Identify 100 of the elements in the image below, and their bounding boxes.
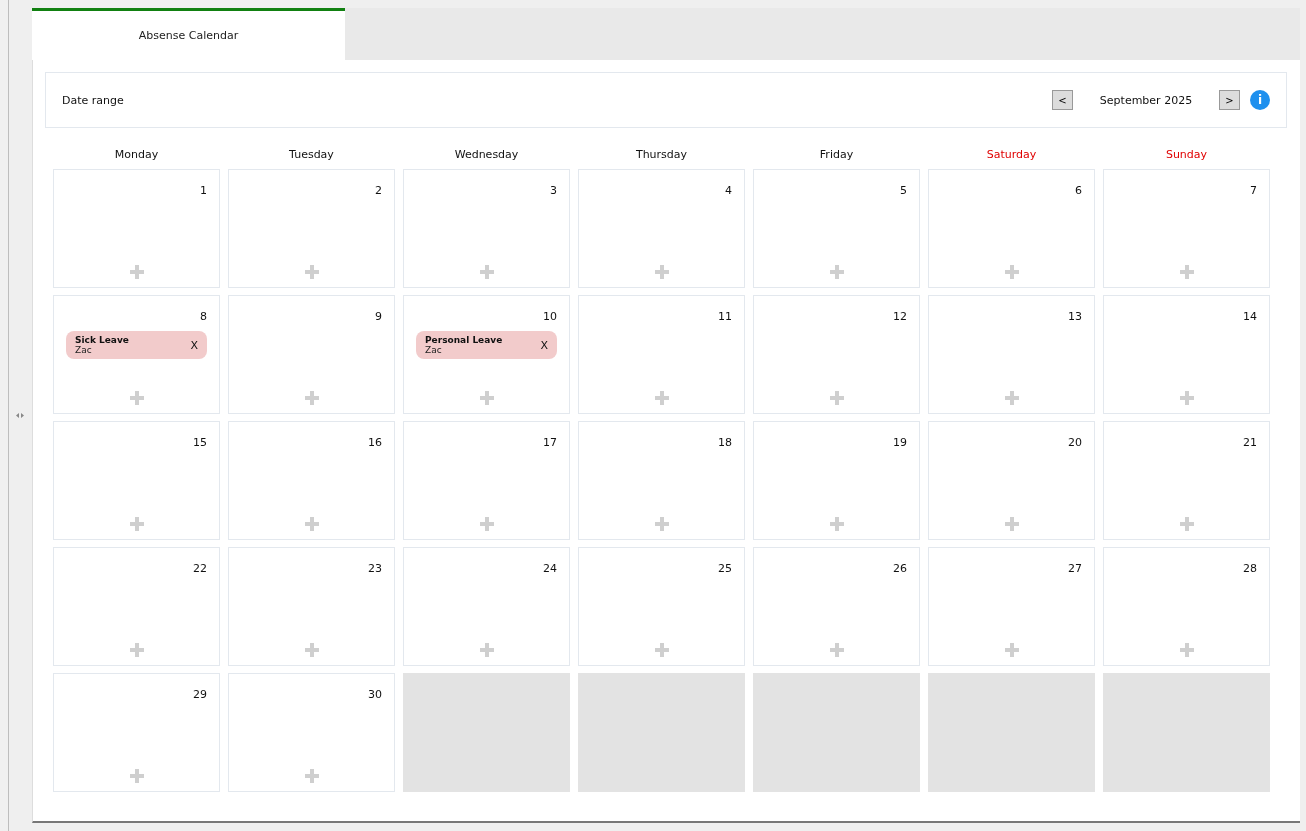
weekday-heading: Saturday <box>985 148 1038 161</box>
leave-type: Personal Leave <box>425 335 503 345</box>
day-number: 28 <box>1243 562 1257 575</box>
add-icon[interactable] <box>129 391 144 405</box>
day-cell[interactable]: 30 <box>228 673 395 792</box>
day-number: 25 <box>718 562 732 575</box>
day-cell[interactable]: 3 <box>403 169 570 288</box>
day-cell[interactable]: 9 <box>228 295 395 414</box>
add-icon[interactable] <box>1179 391 1194 405</box>
add-icon[interactable] <box>1004 391 1019 405</box>
weekday-heading: Sunday <box>1164 148 1209 161</box>
day-number: 16 <box>368 436 382 449</box>
day-cell[interactable]: 21 <box>1103 421 1270 540</box>
day-cell[interactable]: 5 <box>753 169 920 288</box>
add-icon[interactable] <box>1179 643 1194 657</box>
add-icon[interactable] <box>479 643 494 657</box>
day-number: 5 <box>900 184 907 197</box>
day-cell[interactable]: 26 <box>753 547 920 666</box>
add-icon[interactable] <box>829 517 844 531</box>
add-icon[interactable] <box>1179 265 1194 279</box>
leave-entry[interactable]: Sick Leave Zac X <box>66 331 207 359</box>
add-icon[interactable] <box>479 391 494 405</box>
add-icon[interactable] <box>654 643 669 657</box>
add-icon[interactable] <box>479 265 494 279</box>
day-cell[interactable]: 13 <box>928 295 1095 414</box>
day-number: 30 <box>368 688 382 701</box>
day-cell[interactable]: 11 <box>578 295 745 414</box>
day-cell[interactable]: 23 <box>228 547 395 666</box>
day-cell[interactable]: 1 <box>53 169 220 288</box>
day-number: 11 <box>718 310 732 323</box>
day-cell[interactable]: 28 <box>1103 547 1270 666</box>
previous-month-button[interactable]: < <box>1052 90 1073 110</box>
add-icon[interactable] <box>654 517 669 531</box>
add-icon[interactable] <box>304 391 319 405</box>
day-number: 10 <box>543 310 557 323</box>
remove-button[interactable]: X <box>190 338 198 352</box>
remove-button[interactable]: X <box>540 338 548 352</box>
day-number: 3 <box>550 184 557 197</box>
add-icon[interactable] <box>129 643 144 657</box>
date-range-label: Date range <box>62 93 125 107</box>
add-icon[interactable] <box>829 391 844 405</box>
employee-name: Zac <box>75 345 93 355</box>
day-number: 6 <box>1075 184 1082 197</box>
day-cell[interactable]: 17 <box>403 421 570 540</box>
day-number: 1 <box>200 184 207 197</box>
day-number: 29 <box>193 688 207 701</box>
add-icon[interactable] <box>1004 517 1019 531</box>
day-cell[interactable]: 2 <box>228 169 395 288</box>
add-icon[interactable] <box>1179 517 1194 531</box>
day-cell[interactable]: 10 Personal Leave Zac X <box>403 295 570 414</box>
day-number: 13 <box>1068 310 1082 323</box>
add-icon[interactable] <box>304 643 319 657</box>
day-cell[interactable]: 24 <box>403 547 570 666</box>
splitter-handle-icon[interactable] <box>15 413 24 418</box>
tab[interactable]: Absense Calendar <box>32 8 345 60</box>
add-icon[interactable] <box>304 517 319 531</box>
day-number: 24 <box>543 562 557 575</box>
weekday-heading: Monday <box>113 148 160 161</box>
day-cell[interactable]: 22 <box>53 547 220 666</box>
day-number: 12 <box>893 310 907 323</box>
day-cell[interactable]: 7 <box>1103 169 1270 288</box>
add-icon[interactable] <box>304 769 319 783</box>
add-icon[interactable] <box>304 265 319 279</box>
add-icon[interactable] <box>829 643 844 657</box>
day-cell[interactable]: 16 <box>228 421 395 540</box>
day-cell[interactable]: 14 <box>1103 295 1270 414</box>
day-cell[interactable]: 27 <box>928 547 1095 666</box>
day-cell[interactable]: 20 <box>928 421 1095 540</box>
day-number: 27 <box>1068 562 1082 575</box>
leave-entry[interactable]: Personal Leave Zac X <box>416 331 557 359</box>
add-icon[interactable] <box>1004 643 1019 657</box>
next-month-button[interactable]: > <box>1219 90 1240 110</box>
month-label: September 2025 <box>1098 93 1194 107</box>
day-cell[interactable]: 8 Sick Leave Zac X <box>53 295 220 414</box>
day-cell[interactable]: 12 <box>753 295 920 414</box>
day-number: 9 <box>375 310 382 323</box>
day-cell[interactable]: 19 <box>753 421 920 540</box>
day-number: 17 <box>543 436 557 449</box>
add-icon[interactable] <box>129 769 144 783</box>
day-number: 23 <box>368 562 382 575</box>
day-number: 20 <box>1068 436 1082 449</box>
add-icon[interactable] <box>129 265 144 279</box>
add-icon[interactable] <box>654 391 669 405</box>
day-cell[interactable]: 4 <box>578 169 745 288</box>
weekday-heading: Wednesday <box>453 148 520 161</box>
add-icon[interactable] <box>129 517 144 531</box>
add-icon[interactable] <box>479 517 494 531</box>
day-number: 19 <box>893 436 907 449</box>
day-cell[interactable]: 25 <box>578 547 745 666</box>
day-number: 4 <box>725 184 732 197</box>
day-cell[interactable]: 29 <box>53 673 220 792</box>
day-number: 8 <box>200 310 207 323</box>
day-cell[interactable]: 6 <box>928 169 1095 288</box>
day-cell[interactable]: 18 <box>578 421 745 540</box>
day-cell[interactable]: 15 <box>53 421 220 540</box>
add-icon[interactable] <box>829 265 844 279</box>
day-number: 14 <box>1243 310 1257 323</box>
add-icon[interactable] <box>654 265 669 279</box>
add-icon[interactable] <box>1004 265 1019 279</box>
weekday-heading: Friday <box>818 148 855 161</box>
